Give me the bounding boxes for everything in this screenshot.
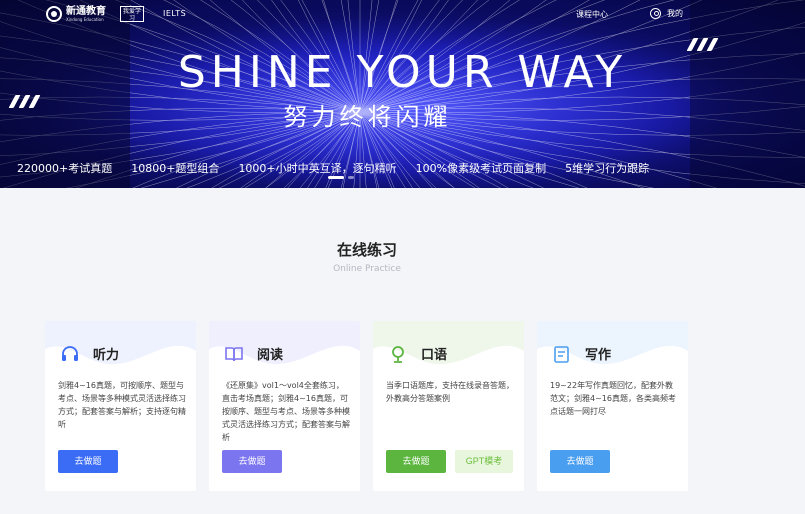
pen-document-icon	[554, 346, 569, 363]
feature-item: 5维学习行为跟踪	[565, 162, 650, 175]
card-title: 阅读	[257, 348, 284, 363]
headphones-icon	[62, 346, 78, 361]
start-practice-button[interactable]: 去做题	[222, 450, 282, 473]
carousel-dot[interactable]	[348, 176, 354, 179]
section-subtitle: Online Practice	[333, 264, 401, 274]
partner-badge: 我爱学习	[120, 6, 144, 22]
microphone-icon	[392, 346, 404, 363]
start-practice-button[interactable]: 去做题	[386, 450, 446, 473]
nav-course-center[interactable]: 课程中心	[576, 9, 608, 20]
feature-item: 100%像素级考试页面复制	[415, 162, 547, 175]
card-title: 写作	[585, 348, 612, 363]
brand-logo[interactable]: 新通教育 Xindong Education	[46, 6, 106, 22]
card-description: 剑雅4~16真题，可按顺序、题型与考点、场景等多种模式灵活选择练习方式；配套答案…	[58, 381, 186, 429]
user-icon	[650, 8, 661, 19]
gpt-mock-test-button[interactable]: GPT模考	[455, 450, 513, 473]
practice-card-reading: 阅读 《还原集》vol1～vol4全套练习，直击考场真题；剑雅4~16真题，可按…	[209, 321, 360, 491]
practice-card-writing: 写作 19~22年写作真题回忆，配套外教范文；剑雅4~16真题，各类高频考点话题…	[537, 321, 688, 491]
feature-item: 10800+题型组合	[131, 162, 220, 175]
card-description: 当季口语题库，支持在线录音答题，外教高分答题案例	[386, 381, 514, 403]
carousel-indicator	[328, 176, 354, 179]
carousel-dot-active[interactable]	[328, 176, 344, 179]
hero-banner: 新通教育 Xindong Education 我爱学习 IELTS 课程中心 我…	[0, 0, 805, 188]
start-practice-button[interactable]: 去做题	[58, 450, 118, 473]
feature-list: 220000+考试真题 10800+题型组合 1000+小时中英互译，逐句精听 …	[17, 160, 805, 176]
logo-icon	[46, 6, 62, 22]
start-practice-button[interactable]: 去做题	[550, 450, 610, 473]
card-description: 19~22年写作真题回忆，配套外教范文；剑雅4~16真题，各类高频考点话题一网打…	[550, 381, 676, 416]
nav-mine[interactable]: 我的	[650, 8, 683, 19]
top-navigation: 新通教育 Xindong Education 我爱学习 IELTS 课程中心 我…	[0, 0, 805, 30]
logo-subtitle: Xindong Education	[66, 16, 104, 22]
logo-name: 新通教育	[66, 5, 106, 17]
online-practice-section: 在线练习 Online Practice 听力 剑雅4~16真题，可按顺序、题型…	[0, 188, 805, 514]
hero-slogan: SHINE YOUR WAY	[177, 47, 628, 98]
card-title: 听力	[93, 348, 120, 363]
card-description: 《还原集》vol1～vol4全套练习，直击考场真题；剑雅4~16真题，可按顺序、…	[222, 381, 350, 442]
ielts-label: IELTS	[163, 9, 187, 18]
feature-item: 220000+考试真题	[17, 162, 113, 175]
feature-item: 1000+小时中英互译，逐句精听	[238, 162, 397, 175]
hero-slogan-cn: 努力终将闪耀	[283, 103, 452, 131]
section-title: 在线练习	[336, 241, 397, 259]
book-icon	[225, 347, 243, 362]
nav-mine-label: 我的	[667, 9, 683, 18]
practice-card-listening: 听力 剑雅4~16真题，可按顺序、题型与考点、场景等多种模式灵活选择练习方式；配…	[45, 321, 196, 491]
practice-card-speaking: 口语 当季口语题库，支持在线录音答题，外教高分答题案例 去做题 GPT模考	[373, 321, 524, 491]
card-title: 口语	[421, 348, 448, 363]
